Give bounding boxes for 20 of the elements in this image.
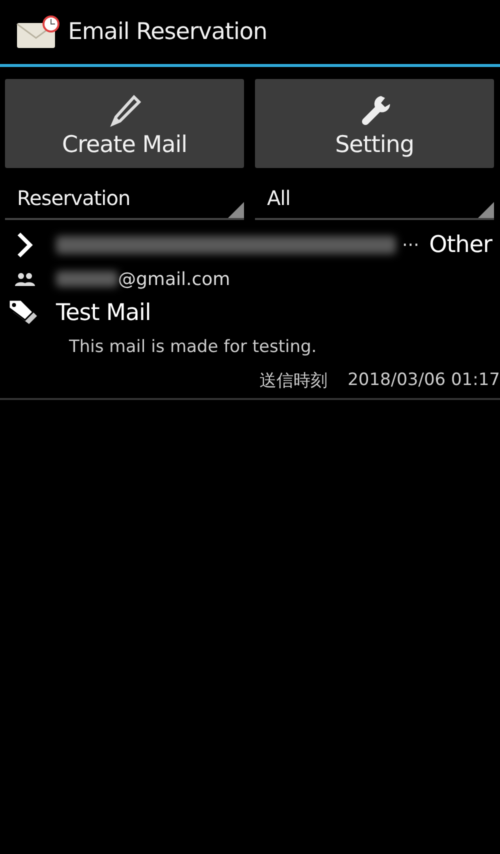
recipient-ellipsis: ··· xyxy=(402,234,420,256)
filter-dropdown[interactable]: Reservation xyxy=(5,178,244,220)
chevron-right-icon xyxy=(16,231,34,259)
setting-button[interactable]: Setting xyxy=(255,79,494,168)
dropdown-corner-icon xyxy=(228,202,244,218)
mail-body: This mail is made for testing. xyxy=(68,336,318,359)
redacted-text xyxy=(56,271,118,287)
send-time: 2018/03/06 01:17 xyxy=(348,370,500,390)
filter-dropdown[interactable]: All xyxy=(255,178,494,220)
mail-subject: Test Mail xyxy=(56,300,151,326)
pencil-icon xyxy=(108,94,142,128)
create-mail-button[interactable]: Create Mail xyxy=(5,79,244,168)
dropdown-corner-icon xyxy=(478,202,494,218)
sender-address: @gmail.com xyxy=(118,268,230,290)
app-title: Email Reservation xyxy=(68,19,268,45)
mail-item[interactable]: ··· Other @gmail.com Test Mail This mail is made for testing. 送信時刻 2018/03/06 01:17 xyxy=(0,228,500,400)
people-icon xyxy=(14,272,36,286)
mail-category: Other xyxy=(429,232,492,258)
envelope-clock-icon xyxy=(16,15,60,49)
send-time-label: 送信時刻 xyxy=(260,370,328,392)
